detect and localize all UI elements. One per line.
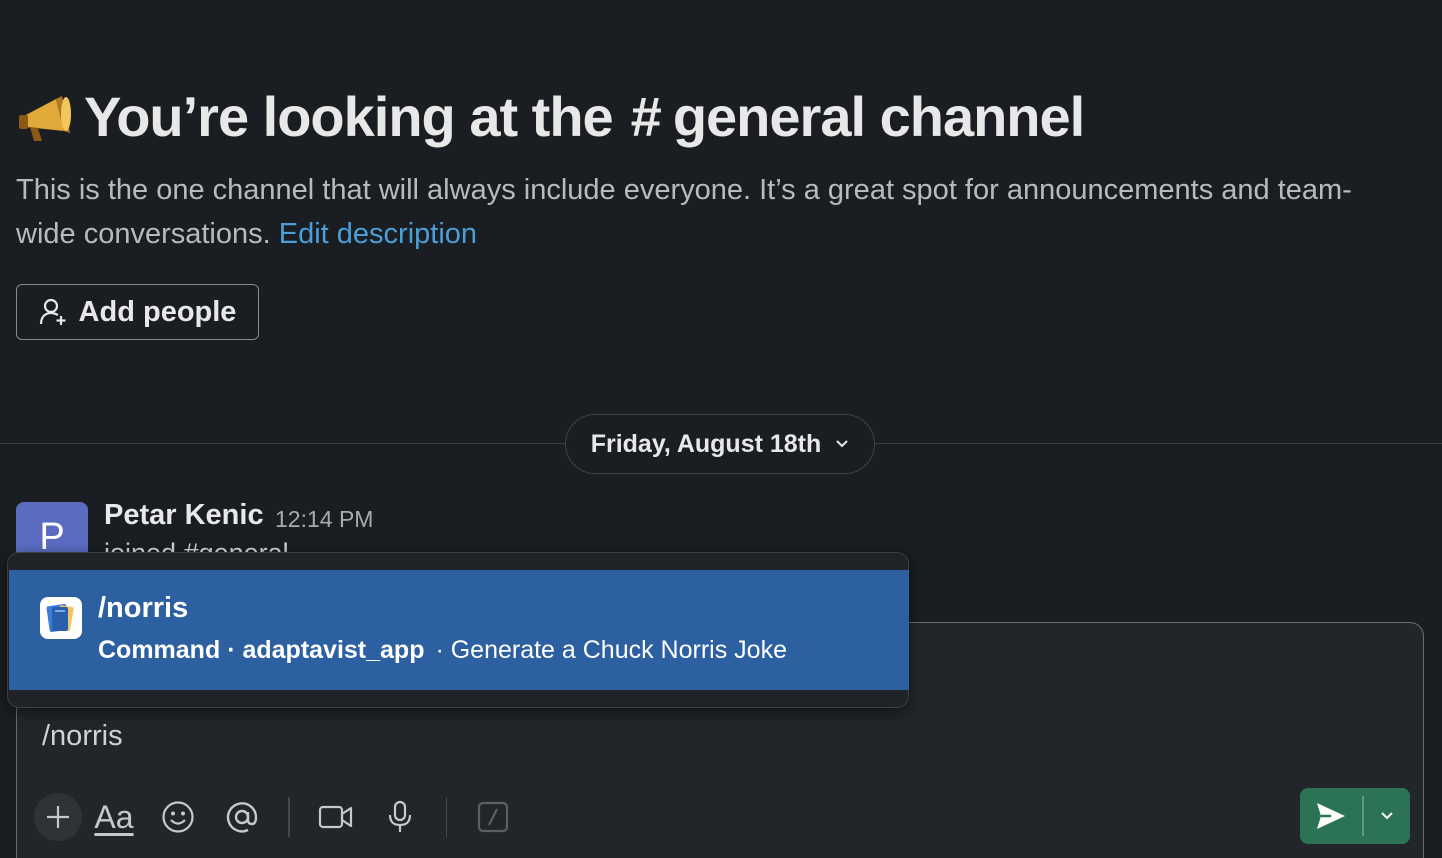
message-input[interactable]: /norris xyxy=(42,720,123,753)
command-autocomplete-popup: /norris Command · adaptavist_app · Gener… xyxy=(7,552,909,708)
microphone-icon xyxy=(388,800,411,832)
command-suggestion-norris[interactable]: /norris Command · adaptavist_app · Gener… xyxy=(9,570,909,690)
send-button-group xyxy=(1300,788,1410,844)
message-author[interactable]: Petar Kenic xyxy=(104,499,264,532)
command-name: /norris xyxy=(98,592,189,624)
shortcuts-button[interactable] xyxy=(461,793,525,841)
mention-button[interactable] xyxy=(210,793,274,841)
schedule-send-button[interactable] xyxy=(1364,788,1411,844)
add-people-label: Add people xyxy=(78,295,237,328)
app-book-icon xyxy=(40,597,82,639)
date-divider-button[interactable]: Friday, August 18th xyxy=(565,414,875,474)
slash-shortcut-icon xyxy=(477,801,509,833)
channel-intro-prefix: You’re looking at the xyxy=(84,85,614,148)
date-divider-label: Friday, August 18th xyxy=(590,429,822,458)
command-separator: · xyxy=(227,636,236,664)
command-app-name: adaptavist_app xyxy=(242,636,425,664)
toolbar-separator xyxy=(445,797,447,837)
channel-intro-title: You’re looking at the # general channel xyxy=(16,82,1416,152)
composer-toolbar: Aa xyxy=(34,792,525,842)
command-separator: · xyxy=(435,636,444,664)
formatting-label: Aa xyxy=(94,798,134,835)
add-person-icon xyxy=(39,298,66,325)
attach-button[interactable] xyxy=(34,793,82,841)
megaphone-icon xyxy=(19,96,71,141)
channel-description: This is the one channel that will always… xyxy=(16,168,1396,256)
audio-clip-button[interactable] xyxy=(368,793,432,841)
video-icon xyxy=(318,805,352,829)
command-type: Command xyxy=(98,636,221,664)
mention-icon xyxy=(226,802,258,833)
channel-description-text: This is the one channel that will always… xyxy=(16,174,1352,250)
toolbar-separator xyxy=(288,797,290,837)
edit-description-link[interactable]: Edit description xyxy=(279,218,477,250)
command-meta: Command · adaptavist_app · Generate a Ch… xyxy=(98,636,787,665)
add-people-button[interactable]: Add people xyxy=(16,284,259,340)
send-button[interactable] xyxy=(1300,788,1362,844)
send-icon xyxy=(1317,803,1345,829)
chevron-down-icon xyxy=(1381,812,1393,820)
formatting-button[interactable]: Aa xyxy=(82,793,146,841)
channel-hash: # xyxy=(630,85,662,148)
channel-intro: You’re looking at the # general channel … xyxy=(16,82,1416,256)
command-description: Generate a Chuck Norris Joke xyxy=(450,636,787,664)
emoji-icon xyxy=(162,801,194,833)
message-timestamp[interactable]: 12:14 PM xyxy=(275,506,373,533)
plus-icon xyxy=(47,806,69,828)
emoji-button[interactable] xyxy=(146,793,210,841)
channel-name: general channel xyxy=(672,85,1085,148)
chevron-down-icon xyxy=(836,440,849,448)
video-clip-button[interactable] xyxy=(304,793,368,841)
